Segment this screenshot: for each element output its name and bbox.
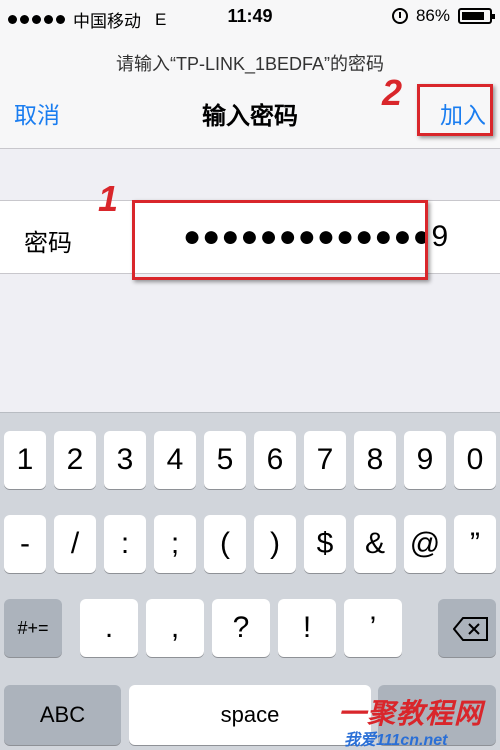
annotation-step-1: 1 xyxy=(98,178,119,219)
status-bar: 中国移动 E 11:49 86% xyxy=(0,0,500,34)
symbol-key[interactable]: & xyxy=(354,515,396,573)
symbol-key[interactable]: ) xyxy=(254,515,296,573)
number-key[interactable]: 2 xyxy=(54,431,96,489)
number-key[interactable]: 8 xyxy=(354,431,396,489)
symbol-key[interactable]: ” xyxy=(454,515,496,573)
status-right: 86% xyxy=(391,6,495,26)
punctuation-key[interactable]: ? xyxy=(212,599,270,657)
number-key[interactable]: 9 xyxy=(404,431,446,489)
join-highlight-box xyxy=(417,84,493,136)
number-key[interactable]: 6 xyxy=(254,431,296,489)
punctuation-key[interactable]: ! xyxy=(278,599,336,657)
number-key[interactable]: 0 xyxy=(454,431,496,489)
punctuation-key[interactable]: . xyxy=(80,599,138,657)
key-abc[interactable]: ABC xyxy=(4,685,121,745)
symbol-key[interactable]: - xyxy=(4,515,46,573)
annotation-step-2: 2 xyxy=(382,72,403,113)
punctuation-key[interactable]: ’ xyxy=(344,599,402,657)
number-key[interactable]: 3 xyxy=(104,431,146,489)
navigation-bar: 请输入“TP-LINK_1BEDFA”的密码 取消 输入密码 加入 2 xyxy=(0,34,500,149)
key-symbols-toggle[interactable]: #+= xyxy=(4,599,62,657)
watermark: 一聚教程网 我爱111cn.net xyxy=(318,690,500,749)
password-highlight-box xyxy=(132,200,428,280)
symbol-key[interactable]: $ xyxy=(304,515,346,573)
battery-level xyxy=(462,12,485,20)
symbol-key[interactable]: ; xyxy=(154,515,196,573)
watermark-sub: 我爱111cn.net xyxy=(344,732,448,749)
backspace-icon xyxy=(453,617,488,641)
symbol-key[interactable]: / xyxy=(54,515,96,573)
punctuation-key[interactable]: , xyxy=(146,599,204,657)
number-key[interactable]: 7 xyxy=(304,431,346,489)
alarm-icon xyxy=(391,8,408,24)
battery-percent: 86% xyxy=(415,6,450,25)
password-label: 密码 xyxy=(24,230,72,257)
delete-key[interactable] xyxy=(438,599,496,657)
symbol-key[interactable]: @ xyxy=(404,515,446,573)
number-key[interactable]: 4 xyxy=(154,431,196,489)
number-key[interactable]: 5 xyxy=(204,431,246,489)
number-key[interactable]: 1 xyxy=(4,431,46,489)
battery-icon xyxy=(458,8,495,24)
symbol-key[interactable]: : xyxy=(104,515,146,573)
network-prompt: 请输入“TP-LINK_1BEDFA”的密码 xyxy=(115,54,385,74)
symbol-key[interactable]: ( xyxy=(204,515,246,573)
